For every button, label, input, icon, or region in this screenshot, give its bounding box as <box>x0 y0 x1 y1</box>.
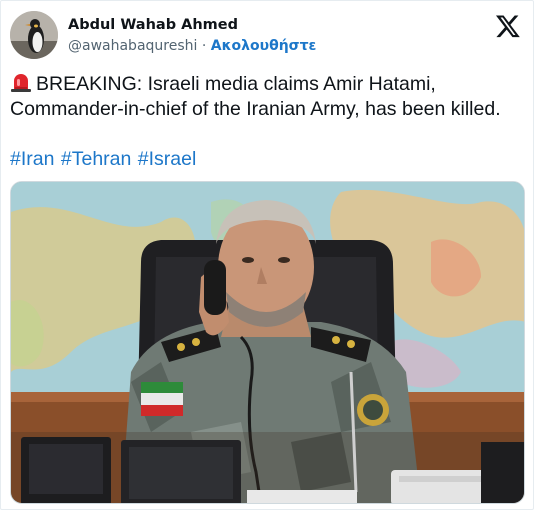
tweet-card: Abdul Wahab Ahmed @awahabaqureshi · Ακολ… <box>0 0 534 510</box>
author-handle-row: @awahabaqureshi · Ακολουθήστε <box>68 36 316 56</box>
tweet-body: BREAKING: Israeli media claims Amir Hata… <box>10 71 525 122</box>
hashtag-row: #Iran #Tehran #Israel <box>10 147 197 172</box>
hashtag-israel[interactable]: #Israel <box>138 148 197 170</box>
tweet-photo[interactable] <box>10 181 525 504</box>
author-names: Abdul Wahab Ahmed @awahabaqureshi · Ακολ… <box>68 16 316 56</box>
hashtag-tehran[interactable]: #Tehran <box>61 148 131 170</box>
hashtag-iran[interactable]: #Iran <box>10 148 54 170</box>
avatar[interactable] <box>10 11 58 59</box>
x-logo-icon[interactable] <box>495 13 521 39</box>
tweet-header: Abdul Wahab Ahmed @awahabaqureshi · Ακολ… <box>10 11 521 59</box>
photo-man-on-phone-image <box>11 182 524 503</box>
tweet-text: BREAKING: Israeli media claims Amir Hata… <box>10 73 501 120</box>
avatar-penguin-image <box>10 11 58 59</box>
rotating-light-siren-icon <box>10 71 32 93</box>
follow-button[interactable]: Ακολουθήστε <box>211 38 317 54</box>
author-display-name[interactable]: Abdul Wahab Ahmed <box>68 16 316 34</box>
author-handle[interactable]: @awahabaqureshi <box>68 38 197 54</box>
separator-dot: · <box>201 38 207 54</box>
